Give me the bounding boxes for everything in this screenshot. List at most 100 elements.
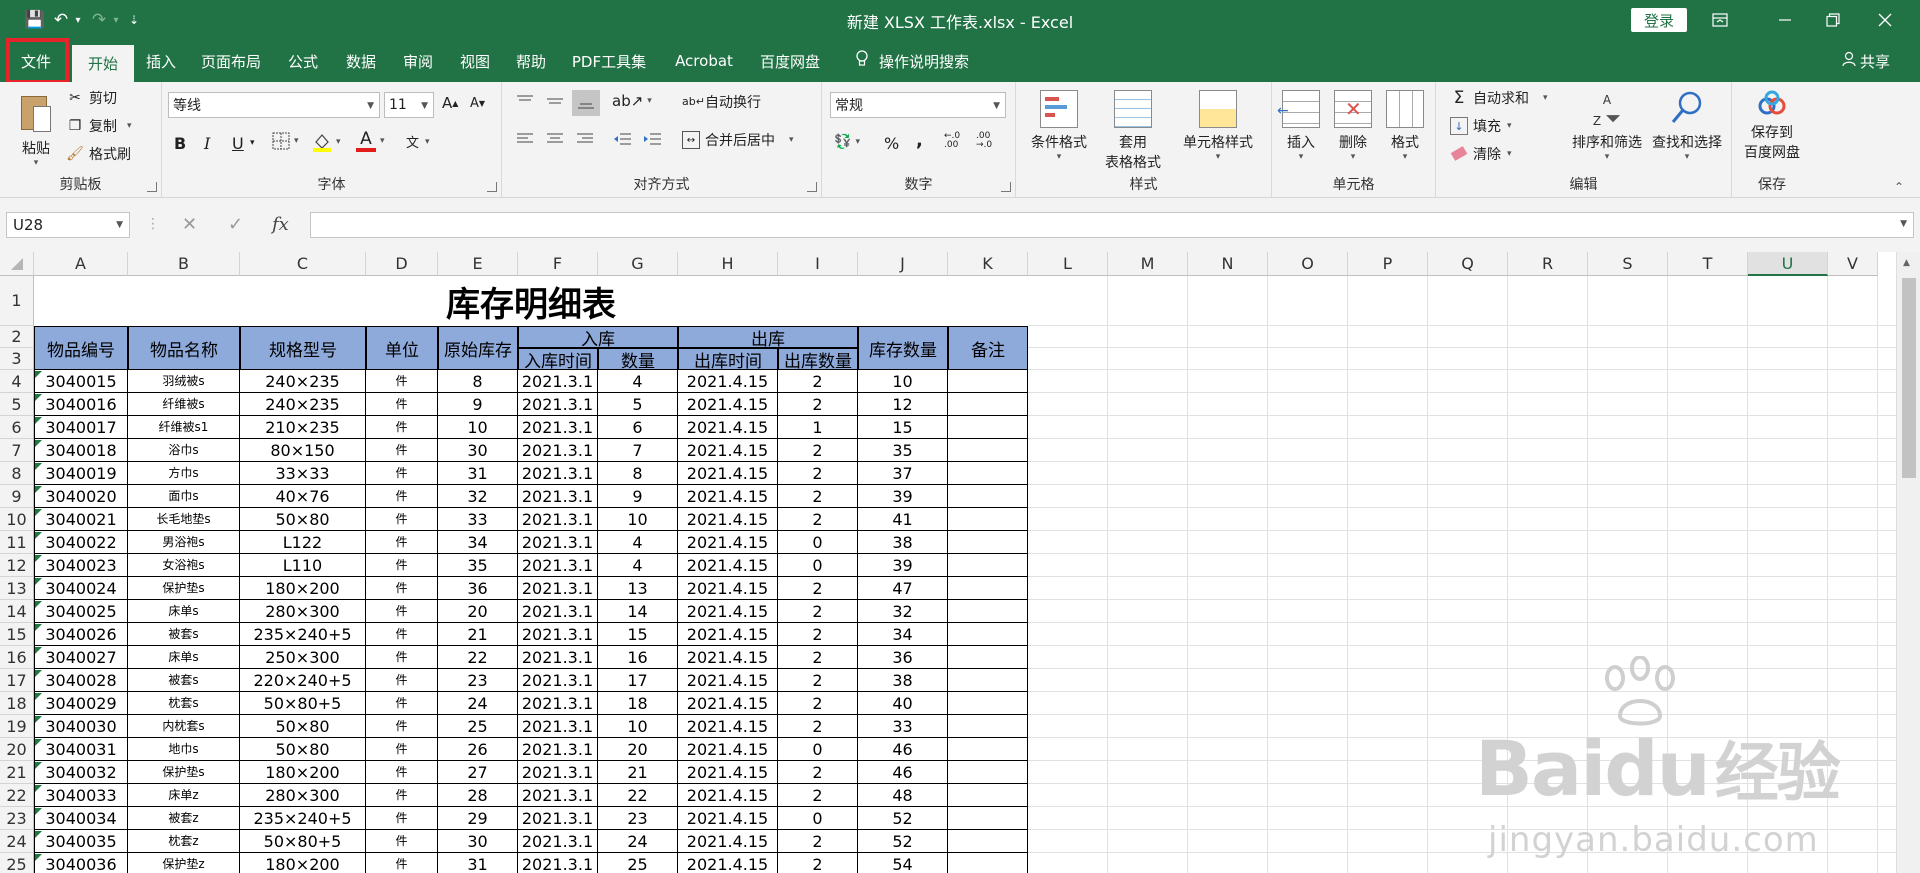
- inbound-qty-cell[interactable]: 8: [598, 462, 678, 485]
- share-button[interactable]: 共享: [1836, 40, 1896, 82]
- underline-button[interactable]: U: [232, 134, 244, 153]
- bold-button[interactable]: B: [174, 134, 186, 153]
- original-stock-cell[interactable]: 30: [438, 439, 518, 462]
- item-name-cell[interactable]: 保护垫s: [128, 577, 240, 600]
- note-cell[interactable]: [948, 439, 1028, 462]
- stock-qty-cell[interactable]: 38: [858, 531, 948, 554]
- align-left-button[interactable]: [516, 132, 534, 146]
- inbound-qty-cell[interactable]: 20: [598, 738, 678, 761]
- column-header-f[interactable]: F: [518, 252, 598, 276]
- outbound-qty-cell[interactable]: 2: [778, 439, 858, 462]
- tab-baidu-netdisk[interactable]: 百度网盘: [752, 40, 828, 82]
- spec-cell[interactable]: 50×80+5: [240, 692, 366, 715]
- fill-button[interactable]: ↓ 填充 ▾: [1450, 116, 1512, 136]
- spec-cell[interactable]: 80×150: [240, 439, 366, 462]
- row-header-7[interactable]: 7: [0, 439, 34, 462]
- note-cell[interactable]: [948, 416, 1028, 439]
- stock-qty-cell[interactable]: 38: [858, 669, 948, 692]
- stock-qty-cell[interactable]: 54: [858, 853, 948, 873]
- align-bottom-button[interactable]: [572, 90, 600, 116]
- outbound-time-cell[interactable]: 2021.4.15: [678, 554, 778, 577]
- unit-cell[interactable]: 件: [366, 692, 438, 715]
- item-id-cell[interactable]: 3040029: [34, 692, 128, 715]
- unit-cell[interactable]: 件: [366, 370, 438, 393]
- note-cell[interactable]: [948, 600, 1028, 623]
- item-id-cell[interactable]: 3040030: [34, 715, 128, 738]
- header-inbound-time[interactable]: 入库时间: [518, 348, 598, 370]
- row-header-17[interactable]: 17: [0, 669, 34, 692]
- column-header-g[interactable]: G: [598, 252, 678, 276]
- column-header-d[interactable]: D: [366, 252, 438, 276]
- spec-cell[interactable]: 240×235: [240, 393, 366, 416]
- stock-qty-cell[interactable]: 46: [858, 738, 948, 761]
- item-name-cell[interactable]: 保护垫z: [128, 853, 240, 873]
- spec-cell[interactable]: 210×235: [240, 416, 366, 439]
- formula-input[interactable]: ▼: [310, 212, 1914, 238]
- fill-color-button[interactable]: ▾: [312, 132, 341, 152]
- italic-button[interactable]: I: [204, 134, 210, 153]
- insert-cells-button[interactable]: ← 插入 ▾: [1276, 90, 1326, 162]
- vertical-scrollbar[interactable]: ▲: [1896, 252, 1920, 873]
- spec-cell[interactable]: L110: [240, 554, 366, 577]
- item-id-cell[interactable]: 3040024: [34, 577, 128, 600]
- merge-center-button[interactable]: ↔ 合并后居中 ▾: [682, 130, 794, 150]
- undo-dropdown-icon[interactable]: ▾: [72, 8, 84, 32]
- column-header-n[interactable]: N: [1188, 252, 1268, 276]
- spec-cell[interactable]: 50×80: [240, 508, 366, 531]
- outbound-qty-cell[interactable]: 2: [778, 393, 858, 416]
- note-cell[interactable]: [948, 393, 1028, 416]
- outbound-qty-cell[interactable]: 2: [778, 646, 858, 669]
- select-all-corner[interactable]: [0, 252, 34, 276]
- row-header-23[interactable]: 23: [0, 807, 34, 830]
- inbound-time-cell[interactable]: 2021.3.1: [518, 462, 598, 485]
- header-stock-qty[interactable]: 库存数量: [858, 326, 948, 370]
- item-name-cell[interactable]: 长毛地垫s: [128, 508, 240, 531]
- inbound-time-cell[interactable]: 2021.3.1: [518, 669, 598, 692]
- item-id-cell[interactable]: 3040027: [34, 646, 128, 669]
- unit-cell[interactable]: 件: [366, 554, 438, 577]
- row-header-21[interactable]: 21: [0, 761, 34, 784]
- note-cell[interactable]: [948, 807, 1028, 830]
- note-cell[interactable]: [948, 761, 1028, 784]
- tab-insert[interactable]: 插入: [138, 40, 184, 82]
- header-item-name[interactable]: 物品名称: [128, 326, 240, 370]
- original-stock-cell[interactable]: 29: [438, 807, 518, 830]
- tab-formulas[interactable]: 公式: [280, 40, 326, 82]
- row-header-3[interactable]: 3: [0, 348, 34, 370]
- stock-qty-cell[interactable]: 39: [858, 554, 948, 577]
- tab-help[interactable]: 帮助: [508, 40, 554, 82]
- outbound-time-cell[interactable]: 2021.4.15: [678, 393, 778, 416]
- scroll-up-icon[interactable]: ▲: [1903, 258, 1910, 268]
- header-inbound[interactable]: 入库: [518, 326, 678, 348]
- item-id-cell[interactable]: 3040015: [34, 370, 128, 393]
- row-header-12[interactable]: 12: [0, 554, 34, 577]
- spec-cell[interactable]: 280×300: [240, 784, 366, 807]
- inbound-qty-cell[interactable]: 21: [598, 761, 678, 784]
- tab-data[interactable]: 数据: [338, 40, 384, 82]
- inbound-time-cell[interactable]: 2021.3.1: [518, 830, 598, 853]
- align-right-button[interactable]: [576, 132, 594, 146]
- inbound-time-cell[interactable]: 2021.3.1: [518, 715, 598, 738]
- percent-button[interactable]: %: [884, 134, 899, 153]
- item-id-cell[interactable]: 3040028: [34, 669, 128, 692]
- clear-button[interactable]: 清除 ▾: [1450, 144, 1512, 164]
- outbound-time-cell[interactable]: 2021.4.15: [678, 439, 778, 462]
- original-stock-cell[interactable]: 27: [438, 761, 518, 784]
- row-header-24[interactable]: 24: [0, 830, 34, 853]
- outbound-qty-cell[interactable]: 2: [778, 715, 858, 738]
- item-name-cell[interactable]: 被套s: [128, 623, 240, 646]
- ribbon-display-options-icon[interactable]: [1697, 0, 1743, 40]
- original-stock-cell[interactable]: 23: [438, 669, 518, 692]
- column-header-k[interactable]: K: [948, 252, 1028, 276]
- stock-qty-cell[interactable]: 15: [858, 416, 948, 439]
- stock-qty-cell[interactable]: 33: [858, 715, 948, 738]
- original-stock-cell[interactable]: 24: [438, 692, 518, 715]
- note-cell[interactable]: [948, 784, 1028, 807]
- spec-cell[interactable]: 280×300: [240, 600, 366, 623]
- number-format-select[interactable]: 常规 ▼: [830, 92, 1006, 118]
- note-cell[interactable]: [948, 738, 1028, 761]
- outbound-qty-cell[interactable]: 2: [778, 508, 858, 531]
- spec-cell[interactable]: 180×200: [240, 853, 366, 873]
- outbound-time-cell[interactable]: 2021.4.15: [678, 853, 778, 873]
- original-stock-cell[interactable]: 31: [438, 462, 518, 485]
